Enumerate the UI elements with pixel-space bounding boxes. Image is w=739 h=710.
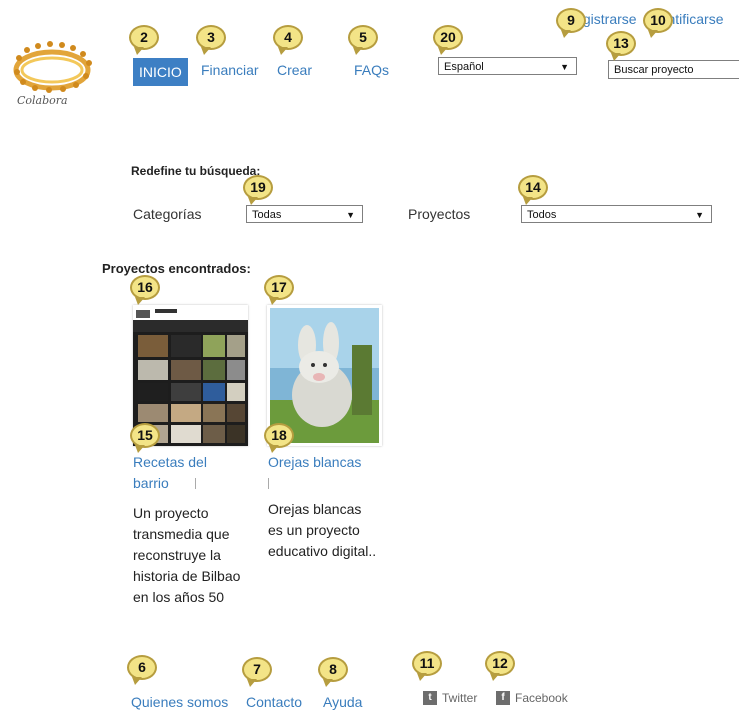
project-title-orejas[interactable]: Orejas blancas [268, 452, 393, 473]
marker-9: 9 [556, 8, 586, 38]
marker-19: 19 [243, 175, 273, 205]
logo-crown-icon [13, 41, 92, 93]
marker-4: 4 [273, 25, 303, 55]
categorias-select[interactable]: Todas ▼ [246, 205, 363, 223]
twitter-icon: t [423, 691, 437, 705]
search-input[interactable]: Buscar proyecto [608, 60, 739, 79]
nav-financiar[interactable]: Financiar [201, 62, 259, 78]
marker-17: 17 [264, 275, 294, 305]
nav-faqs[interactable]: FAQs [354, 62, 389, 78]
marker-10: 10 [643, 8, 673, 38]
project-card-recetas: Recetas del barrio Un proyecto transmedi… [133, 452, 253, 608]
marker-2: 2 [129, 25, 159, 55]
facebook-label: Facebook [515, 691, 568, 705]
categorias-select-value: Todas [252, 209, 282, 221]
proyectos-select[interactable]: Todos ▼ [521, 205, 712, 223]
project-desc-line: en los años 50 [133, 589, 225, 605]
chevron-down-icon: ▼ [346, 210, 355, 220]
filters-title: Redefine tu búsqueda: [131, 164, 261, 178]
nav-crear[interactable]: Crear [277, 62, 312, 78]
chevron-down-icon: ▼ [560, 62, 569, 72]
marker-16: 16 [130, 275, 160, 305]
marker-15: 15 [130, 423, 160, 453]
project-desc-line: es un proyecto [268, 522, 360, 538]
divider [268, 478, 269, 489]
marker-6: 6 [127, 655, 157, 685]
proyectos-label: Proyectos [408, 206, 471, 222]
logo-text: Colabora [17, 94, 68, 107]
footer-quienes-somos[interactable]: Quienes somos [131, 694, 228, 710]
project-desc-line: transmedia que [133, 526, 230, 542]
project-desc-line: Un proyecto [133, 505, 209, 521]
proyectos-select-value: Todos [527, 209, 557, 221]
nav-inicio[interactable]: INICIO [133, 58, 188, 86]
marker-18: 18 [264, 423, 294, 453]
project-card-orejas: Orejas blancas Orejas blancas es un proy… [268, 452, 393, 562]
categorias-label: Categorías [133, 206, 202, 222]
footer-facebook[interactable]: f Facebook [496, 691, 568, 705]
language-select-value: Español [444, 61, 484, 73]
logo[interactable]: Colabora [5, 36, 100, 116]
marker-20: 20 [433, 25, 463, 55]
marker-7: 7 [242, 657, 272, 687]
project-desc-line: historia de Bilbao [133, 568, 241, 584]
chevron-down-icon: ▼ [695, 210, 704, 220]
project-desc-line: Orejas blancas [268, 501, 362, 517]
marker-5: 5 [348, 25, 378, 55]
language-select[interactable]: Español ▼ [438, 57, 577, 75]
project-desc-line: educativo digital.. [268, 543, 377, 559]
marker-3: 3 [196, 25, 226, 55]
search-placeholder: Buscar proyecto [614, 64, 694, 76]
marker-12: 12 [485, 651, 515, 681]
project-desc-line: reconstruye la [133, 547, 221, 563]
results-title: Proyectos encontrados: [102, 261, 251, 276]
project-title-recetas-line2[interactable]: barrio [133, 473, 169, 494]
marker-11: 11 [412, 651, 442, 681]
marker-13: 13 [606, 31, 636, 61]
twitter-label: Twitter [442, 691, 478, 705]
marker-8: 8 [318, 657, 348, 687]
project-title-recetas[interactable]: Recetas del [133, 452, 253, 473]
footer-twitter[interactable]: t Twitter [423, 691, 477, 705]
facebook-icon: f [496, 691, 510, 705]
divider [195, 478, 197, 490]
footer-contacto[interactable]: Contacto [246, 694, 302, 710]
marker-14: 14 [518, 175, 548, 205]
footer-ayuda[interactable]: Ayuda [323, 694, 362, 710]
